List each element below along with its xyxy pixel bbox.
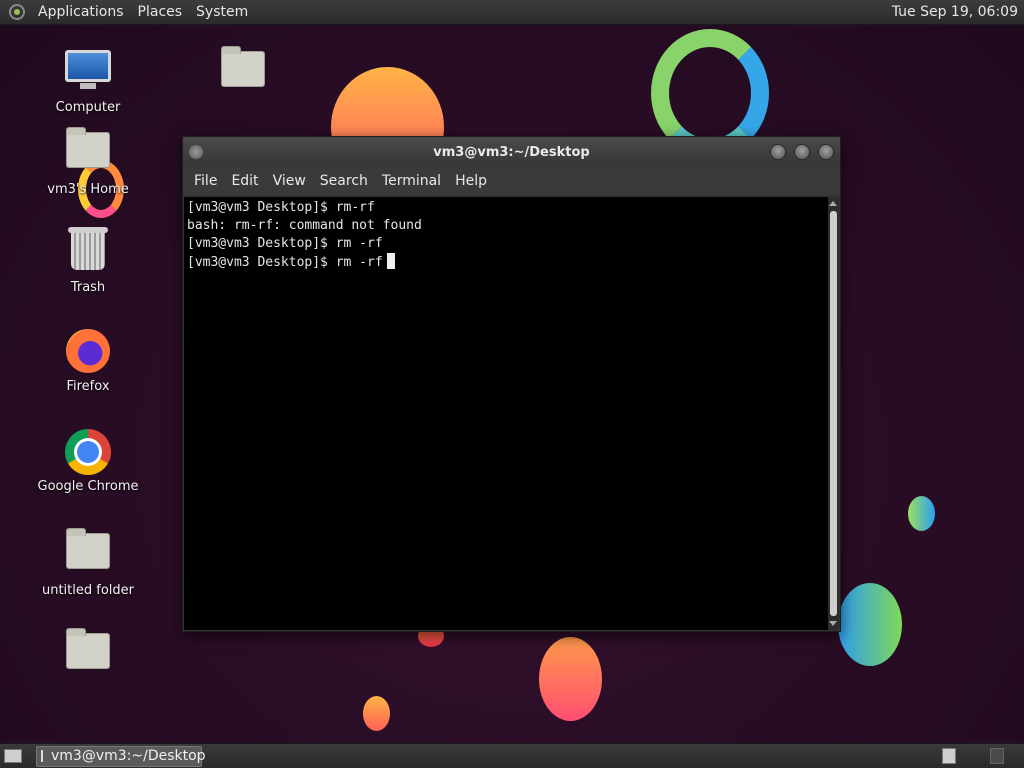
- wallpaper-blob: [363, 696, 390, 731]
- wallpaper-blob: [838, 583, 902, 666]
- top-panel: Applications Places System Tue Sep 19, 0…: [0, 0, 1024, 25]
- menu-help[interactable]: Help: [448, 173, 494, 189]
- desktop-icon-home[interactable]: vm3's Home: [33, 126, 143, 197]
- terminal-menubar: File Edit View Search Terminal Help: [183, 167, 840, 195]
- terminal-line: bash: rm-rf: command not found: [187, 218, 422, 233]
- window-titlebar[interactable]: vm3@vm3:~/Desktop: [183, 137, 840, 167]
- menu-view[interactable]: View: [266, 173, 313, 189]
- desktop-icon-firefox[interactable]: Firefox: [33, 327, 143, 394]
- maximize-button[interactable]: [794, 144, 810, 160]
- desktop-icon-label: Firefox: [66, 379, 110, 394]
- terminal-window[interactable]: vm3@vm3:~/Desktop File Edit View Search …: [182, 136, 841, 632]
- wallpaper-blob: [908, 496, 935, 531]
- computer-icon: [65, 50, 111, 89]
- text-cursor: [386, 253, 395, 269]
- bottom-panel: vm3@vm3:~/Desktop: [0, 743, 1024, 768]
- home-folder-icon: [66, 127, 110, 168]
- desktop-icon-trash[interactable]: Trash: [33, 227, 143, 295]
- terminal-icon: [41, 750, 43, 762]
- system-menu[interactable]: System: [189, 4, 255, 20]
- desktop-icon-label: vm3's Home: [47, 182, 129, 197]
- firefox-icon: [66, 329, 110, 373]
- folder-icon: [66, 628, 110, 669]
- trash-icon: [68, 227, 108, 270]
- minimize-button[interactable]: [770, 144, 786, 160]
- menu-search[interactable]: Search: [313, 173, 375, 189]
- window-menu-icon[interactable]: [189, 145, 203, 159]
- chrome-icon: [65, 429, 111, 475]
- close-button[interactable]: [818, 144, 834, 160]
- terminal-line: [vm3@vm3 Desktop]$ rm -rf: [187, 255, 383, 270]
- folder-icon: [221, 46, 265, 87]
- show-desktop-icon[interactable]: [4, 749, 22, 763]
- workspace-switcher-1[interactable]: [942, 748, 956, 764]
- menu-edit[interactable]: Edit: [224, 173, 265, 189]
- desktop-icon-label: Google Chrome: [37, 479, 139, 494]
- terminal-scrollbar[interactable]: [828, 197, 839, 630]
- applications-menu[interactable]: Applications: [31, 4, 131, 20]
- desktop-icon-label: Computer: [55, 100, 121, 115]
- terminal-prompt-line: [vm3@vm3 Desktop]$ rm -rf: [187, 253, 828, 272]
- desktop-icon-folder[interactable]: [33, 627, 143, 683]
- terminal-line: [vm3@vm3 Desktop]$ rm -rf: [187, 236, 383, 251]
- wallpaper-blob: [539, 637, 602, 721]
- desktop-icon-folder[interactable]: [188, 45, 298, 101]
- clock[interactable]: Tue Sep 19, 06:09: [892, 4, 1024, 20]
- workspace-switcher-2[interactable]: [990, 748, 1004, 764]
- desktop-icon-chrome[interactable]: Google Chrome: [33, 427, 143, 494]
- terminal-line: [vm3@vm3 Desktop]$ rm-rf: [187, 200, 375, 215]
- desktop-icon-computer[interactable]: Computer: [33, 46, 143, 115]
- scroll-down-icon[interactable]: [829, 621, 837, 626]
- desktop-icon-untitled-folder[interactable]: untitled folder: [33, 527, 143, 598]
- folder-icon: [66, 528, 110, 569]
- terminal-output[interactable]: [vm3@vm3 Desktop]$ rm-rf bash: rm-rf: co…: [184, 197, 828, 630]
- taskbar-item-label: vm3@vm3:~/Desktop: [51, 748, 206, 764]
- desktop-icon-label: Trash: [70, 280, 106, 295]
- menu-terminal[interactable]: Terminal: [375, 173, 448, 189]
- scroll-up-icon[interactable]: [829, 201, 837, 206]
- window-title: vm3@vm3:~/Desktop: [433, 144, 590, 160]
- scroll-thumb[interactable]: [830, 211, 837, 616]
- menu-file[interactable]: File: [187, 173, 224, 189]
- distro-logo-icon[interactable]: [9, 4, 25, 20]
- places-menu[interactable]: Places: [131, 4, 190, 20]
- taskbar-item-terminal[interactable]: vm3@vm3:~/Desktop: [36, 745, 206, 767]
- desktop-icon-label: untitled folder: [41, 583, 134, 598]
